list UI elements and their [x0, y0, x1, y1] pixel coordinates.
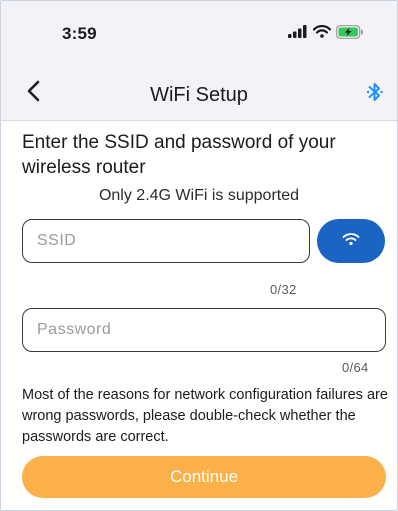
ssid-char-counter: 0/32: [270, 282, 297, 297]
instruction-heading: Enter the SSID and password of your wire…: [22, 132, 336, 178]
password-field[interactable]: [22, 308, 386, 352]
status-time: 3:59: [62, 24, 97, 43]
status-icons: [288, 24, 364, 44]
page-title: WiFi Setup: [150, 84, 248, 106]
wifi-icon: [312, 25, 332, 43]
ssid-field[interactable]: [22, 219, 310, 263]
wifi-support-note: Only 2.4G WiFi is supported: [98, 187, 300, 204]
continue-button[interactable]: Continue: [22, 456, 386, 498]
signal-icon: [288, 25, 308, 43]
password-char-counter: 0/64: [342, 360, 369, 375]
bluetooth-button[interactable]: [366, 80, 384, 104]
battery-charging-icon: [336, 24, 364, 44]
continue-label: Continue: [169, 467, 239, 486]
wifi-icon: [342, 232, 360, 251]
bluetooth-icon: [366, 83, 384, 108]
ssid-input[interactable]: [23, 220, 309, 262]
wifi-scan-button[interactable]: [317, 219, 385, 263]
password-input[interactable]: [23, 309, 385, 351]
troubleshoot-note: Most of the reasons for network configur…: [22, 387, 388, 445]
